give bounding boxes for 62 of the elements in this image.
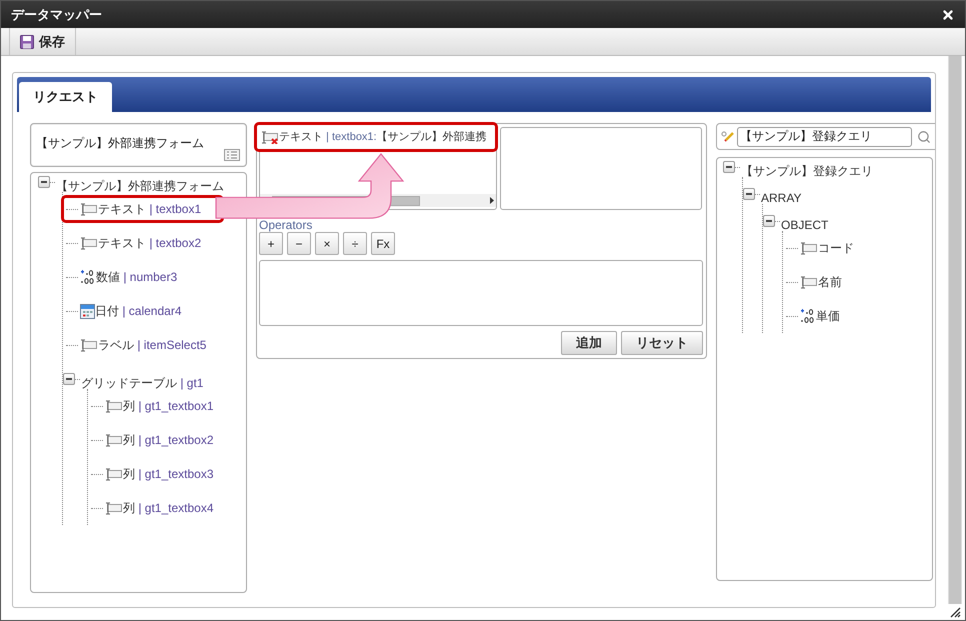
operator-button[interactable]: − bbox=[287, 232, 311, 255]
window-title: データマッパー bbox=[11, 6, 102, 24]
tree-item-label[interactable]: テキスト | textbox2 bbox=[98, 234, 202, 252]
number-format-icon bbox=[80, 270, 96, 284]
text-field-icon bbox=[80, 338, 98, 352]
tree-item-label[interactable]: コード bbox=[818, 239, 854, 257]
tree-item-label[interactable]: 列 | gt1_textbox3 bbox=[123, 465, 214, 483]
tree-item-label[interactable]: テキスト | textbox1 bbox=[98, 200, 202, 218]
mapping-item[interactable]: テキスト | textbox1:【サンプル】外部連携 bbox=[254, 122, 498, 152]
tree-item-label[interactable]: グリッドテーブル | gt1 bbox=[81, 376, 204, 390]
action-button[interactable]: 追加 bbox=[561, 331, 617, 355]
tree-item-label[interactable]: 数値 | number3 bbox=[96, 268, 178, 286]
collapse-toggle[interactable] bbox=[763, 215, 775, 227]
operator-button[interactable]: ÷ bbox=[343, 232, 367, 255]
search-field[interactable]: 【サンプル】登録クエリ bbox=[737, 126, 912, 146]
operators-label: Operators bbox=[259, 219, 312, 231]
tree-item-label[interactable]: 列 | gt1_textbox1 bbox=[123, 397, 214, 415]
minus-icon bbox=[40, 178, 48, 186]
tab[interactable]: リクエスト bbox=[19, 82, 112, 112]
tree-item-label[interactable]: 日付 | calendar4 bbox=[95, 302, 182, 320]
form-list-icon[interactable] bbox=[224, 149, 240, 161]
operator-button[interactable]: + bbox=[259, 232, 283, 255]
minus-icon bbox=[745, 190, 753, 198]
resize-grip-icon[interactable] bbox=[949, 606, 961, 618]
close-button[interactable] bbox=[941, 8, 955, 22]
tree-item-label[interactable]: 単価 bbox=[816, 307, 840, 325]
tree-item-label[interactable]: 列 | gt1_textbox4 bbox=[123, 499, 214, 517]
calendar-icon bbox=[80, 303, 95, 319]
text-field-icon bbox=[105, 400, 123, 412]
text-field-icon bbox=[800, 242, 818, 254]
action-button[interactable]: リセット bbox=[621, 331, 703, 355]
tree-item-label[interactable]: 【サンプル】登録クエリ bbox=[741, 164, 873, 178]
collapse-toggle[interactable] bbox=[743, 188, 755, 200]
tree-item-label[interactable]: ラベル | itemSelect5 bbox=[98, 336, 206, 354]
collapse-toggle[interactable] bbox=[723, 161, 735, 173]
expression-field[interactable] bbox=[259, 260, 703, 326]
vertical-scrollbar[interactable] bbox=[948, 56, 962, 604]
minus-icon bbox=[65, 375, 73, 383]
text-field-error-icon bbox=[261, 130, 279, 144]
minus-icon bbox=[725, 163, 733, 171]
operator-button[interactable]: Fx bbox=[371, 232, 395, 255]
number-format-icon bbox=[800, 309, 816, 323]
text-field-icon bbox=[800, 276, 818, 288]
operator-button[interactable]: × bbox=[315, 232, 339, 255]
tree-item-label[interactable]: 【サンプル】外部連携フォーム bbox=[56, 179, 224, 193]
key-pencil-icon bbox=[721, 130, 735, 144]
form-title: 【サンプル】外部連携フォーム bbox=[36, 136, 204, 150]
tree-item-label[interactable]: OBJECT bbox=[781, 218, 828, 232]
tree-item-label[interactable]: 列 | gt1_textbox2 bbox=[123, 431, 214, 449]
collapse-toggle[interactable] bbox=[63, 373, 75, 385]
text-field-icon bbox=[105, 434, 123, 446]
scroll-right-icon[interactable] bbox=[490, 197, 494, 204]
text-field-icon bbox=[80, 202, 98, 216]
save-button[interactable]: 保存 bbox=[9, 28, 76, 55]
text-field-icon bbox=[105, 468, 123, 480]
text-field-icon bbox=[105, 502, 123, 514]
search-icon[interactable] bbox=[917, 130, 931, 144]
tree-item-label[interactable]: ARRAY bbox=[761, 191, 802, 205]
collapse-toggle[interactable] bbox=[38, 176, 50, 188]
tree-item-label[interactable]: 名前 bbox=[818, 273, 842, 291]
text-field-icon bbox=[80, 236, 98, 250]
minus-icon bbox=[765, 217, 773, 225]
